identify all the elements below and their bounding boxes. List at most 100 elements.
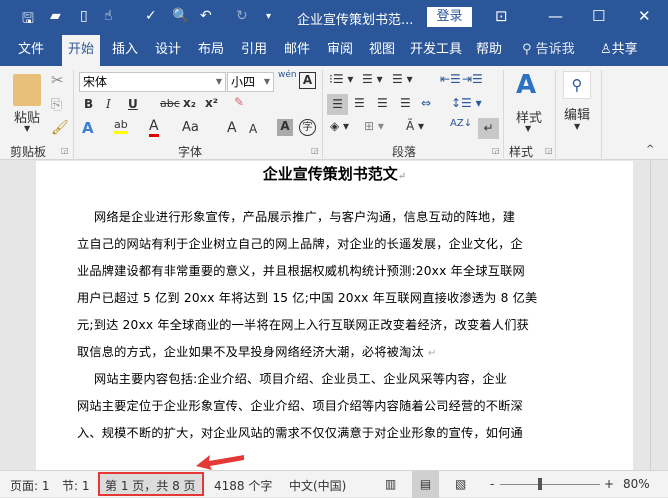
align-right-button[interactable]: ☰ bbox=[377, 96, 388, 110]
zoom-in-button[interactable]: + bbox=[604, 477, 614, 491]
phonetic-guide-icon[interactable]: wén bbox=[278, 70, 297, 80]
shading-icon[interactable]: ◈ ▾ bbox=[330, 119, 349, 133]
line-spacing-icon[interactable]: ↕☰ ▾ bbox=[451, 96, 482, 110]
print-layout-icon[interactable]: ▤ bbox=[412, 471, 439, 498]
text-line: 用户已超过 5 亿到 20xx 年将达到 15 亿;中国 20xx 年互联网直接… bbox=[77, 291, 538, 305]
paste-dropdown-icon[interactable]: ▼ bbox=[24, 124, 30, 133]
new-document-icon[interactable]: ▯ bbox=[80, 8, 88, 24]
tab-design[interactable]: 设计 bbox=[151, 35, 185, 66]
vertical-scrollbar[interactable] bbox=[650, 161, 668, 470]
show-marks-button[interactable]: ↵ bbox=[478, 118, 499, 139]
paste-icon[interactable] bbox=[13, 74, 41, 106]
dialog-launcher-icon[interactable]: ◲ bbox=[492, 146, 500, 155]
editing-button[interactable]: 编辑 bbox=[564, 104, 590, 123]
tab-review[interactable]: 审阅 bbox=[323, 35, 357, 66]
chevron-down-icon: ▼ bbox=[215, 77, 222, 86]
login-button[interactable]: 登录 bbox=[427, 7, 472, 27]
document-title: 企业宣传策划书范... bbox=[297, 13, 414, 28]
cut-icon[interactable]: ✂ bbox=[51, 71, 64, 89]
enclose-characters-icon[interactable]: 字 bbox=[299, 119, 316, 136]
collapse-ribbon-icon[interactable]: ^ bbox=[646, 144, 654, 155]
character-border-icon[interactable]: A bbox=[299, 72, 316, 89]
chevron-down-icon[interactable]: ▼ bbox=[525, 124, 531, 133]
web-layout-icon[interactable]: ▧ bbox=[455, 477, 466, 491]
text-effects-icon[interactable]: A bbox=[82, 119, 94, 137]
tab-home[interactable]: 开始 bbox=[62, 35, 101, 66]
zoom-out-button[interactable]: - bbox=[490, 477, 494, 491]
tab-developer[interactable]: 开发工具 bbox=[406, 35, 466, 66]
divider bbox=[555, 70, 556, 158]
multilevel-list-icon[interactable]: ☰ ▾ bbox=[392, 72, 413, 86]
numbering-icon[interactable]: ☰ ▾ bbox=[362, 72, 383, 86]
text-line-last: 取信息的方式，企业如果不及早投身网络经济大潮，必将被淘汰 ↵ bbox=[77, 342, 437, 360]
font-name-select[interactable]: 宋体 ▼ bbox=[79, 72, 226, 92]
print-preview-icon[interactable]: 🔍 bbox=[172, 8, 189, 24]
zoom-level[interactable]: 80% bbox=[623, 477, 650, 491]
redo-icon[interactable]: ↻ bbox=[236, 8, 248, 24]
customize-qat-icon[interactable]: ▾ bbox=[266, 11, 271, 22]
shrink-font-icon[interactable]: A bbox=[249, 122, 257, 136]
page-count-status[interactable]: 第 1 页，共 8 页 bbox=[105, 477, 196, 494]
tab-references[interactable]: 引用 bbox=[237, 35, 271, 66]
tab-insert[interactable]: 插入 bbox=[108, 35, 142, 66]
divider bbox=[503, 70, 504, 158]
decrease-indent-icon[interactable]: ⇤☰ bbox=[440, 72, 461, 86]
grow-font-icon[interactable]: A bbox=[227, 120, 237, 136]
dialog-launcher-icon[interactable]: ◲ bbox=[545, 146, 553, 155]
word-count-status[interactable]: 4188 个字 bbox=[214, 477, 272, 494]
tab-view[interactable]: 视图 bbox=[365, 35, 399, 66]
touch-mode-icon[interactable]: ☝ bbox=[104, 8, 113, 24]
spelling-icon[interactable]: ✓ bbox=[145, 8, 157, 24]
ribbon-display-icon[interactable]: ⊡ bbox=[495, 7, 508, 25]
highlight-color-icon[interactable]: ab bbox=[114, 118, 128, 134]
minimize-button[interactable]: — bbox=[548, 7, 563, 25]
font-color-icon[interactable]: A bbox=[149, 118, 159, 137]
maximize-button[interactable]: ☐ bbox=[592, 7, 605, 25]
tab-help[interactable]: 帮助 bbox=[472, 35, 506, 66]
clear-formatting-icon[interactable]: ✎ bbox=[234, 95, 244, 109]
text-line: 立自己的网站有利于企业树立自己的网上品牌，对企业的长遥发展，企业文化，企 bbox=[77, 237, 523, 251]
language-status[interactable]: 中文(中国) bbox=[289, 477, 346, 494]
tab-mailings[interactable]: 邮件 bbox=[280, 35, 314, 66]
copy-icon[interactable]: ⎘ bbox=[51, 97, 62, 113]
tell-me-search[interactable]: ⚲ 告诉我 bbox=[518, 35, 579, 66]
italic-button[interactable]: I bbox=[106, 97, 111, 111]
align-left-button[interactable]: ☰ bbox=[327, 94, 348, 115]
chinese-layout-icon[interactable]: Ã ▾ bbox=[406, 119, 424, 133]
share-button[interactable]: ♙共享 bbox=[596, 35, 642, 66]
undo-icon[interactable]: ↶ bbox=[200, 8, 212, 24]
dialog-launcher-icon[interactable]: ◲ bbox=[61, 146, 69, 155]
zoom-slider-track[interactable] bbox=[500, 484, 600, 485]
paragraph-mark: ↵ bbox=[427, 348, 437, 359]
subscript-button[interactable]: x₂ bbox=[183, 96, 196, 110]
chevron-down-icon[interactable]: ▼ bbox=[574, 122, 580, 131]
superscript-button[interactable]: x² bbox=[205, 96, 218, 110]
format-painter-icon[interactable]: 🖌 bbox=[51, 120, 69, 136]
bold-button[interactable]: B bbox=[84, 97, 93, 111]
borders-icon[interactable]: ⊞ ▾ bbox=[364, 119, 384, 133]
open-icon[interactable]: ▰ bbox=[50, 8, 61, 24]
sort-icon[interactable]: AZ↓ bbox=[450, 118, 472, 129]
underline-button[interactable]: U bbox=[128, 97, 138, 111]
find-icon[interactable]: ⚲ bbox=[563, 71, 591, 99]
justify-button[interactable]: ☰ bbox=[400, 96, 411, 110]
strikethrough-button[interactable]: abc bbox=[160, 97, 180, 110]
document-page[interactable]: 企业宣传策划书范文↵ 网络是企业进行形象宣传，产品展示推广，与客户沟通，信息互动… bbox=[36, 161, 633, 470]
change-case-button[interactable]: Aa bbox=[182, 120, 199, 135]
styles-icon[interactable]: A bbox=[516, 70, 536, 100]
read-mode-icon[interactable]: ▥ bbox=[385, 477, 396, 491]
distributed-button[interactable]: ⇔ bbox=[421, 96, 431, 110]
increase-indent-icon[interactable]: ⇥☰ bbox=[462, 72, 483, 86]
page-number-status[interactable]: 页面: 1 bbox=[10, 477, 50, 494]
tab-file[interactable]: 文件 bbox=[14, 35, 48, 66]
align-center-button[interactable]: ☰ bbox=[354, 96, 365, 110]
section-status[interactable]: 节: 1 bbox=[62, 477, 90, 494]
close-button[interactable]: ✕ bbox=[638, 7, 651, 25]
zoom-slider-thumb[interactable] bbox=[538, 478, 542, 490]
font-size-select[interactable]: 小四 ▼ bbox=[227, 72, 274, 92]
bullets-icon[interactable]: ⁝☰ ▾ bbox=[329, 72, 353, 86]
save-icon[interactable]: 🖫 bbox=[22, 8, 34, 32]
character-shading-icon[interactable]: A bbox=[277, 119, 293, 136]
tab-layout[interactable]: 布局 bbox=[194, 35, 228, 66]
dialog-launcher-icon[interactable]: ◲ bbox=[311, 146, 319, 155]
